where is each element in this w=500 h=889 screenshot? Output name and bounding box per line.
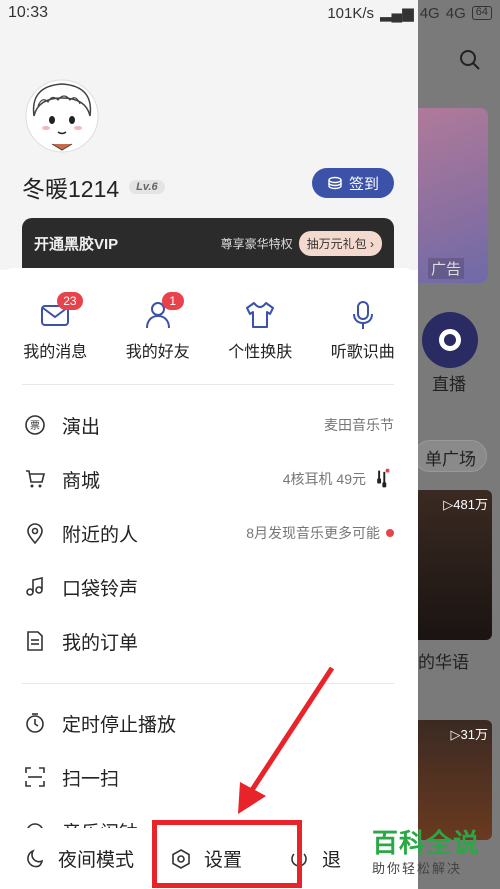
signal-label-2: 4G (445, 4, 466, 22)
menu-label: 商城 (62, 470, 101, 492)
moon-icon (27, 848, 44, 867)
menu-extra: 麦田音乐节 (324, 417, 394, 433)
vip-title: 开通黑胶VIP (34, 235, 119, 253)
ticket-icon: 票 (25, 415, 45, 435)
cart-icon (26, 470, 46, 488)
menu-label: 我的订单 (62, 632, 139, 654)
menu-group-1: 票 演出 麦田音乐节 商城 4核耳机 49元 附近的人 8月发现音乐更多可能 口… (0, 398, 418, 668)
ad-label: 广告 (428, 258, 465, 279)
svg-text:票: 票 (30, 420, 40, 432)
username-row: 冬暖1214 Lv.6 (22, 170, 165, 204)
play-count: ▷481万 (443, 497, 488, 512)
signin-button[interactable]: 签到 (312, 168, 394, 198)
menu-extra: 8月发现音乐更多可能 (246, 523, 394, 543)
menu-item-shows[interactable]: 票 演出 麦田音乐节 (0, 398, 418, 452)
status-time: 10:33 (8, 4, 49, 21)
level-badge: Lv.6 (129, 180, 165, 194)
quick-label: 听歌识曲 (330, 344, 395, 361)
message-badge: 23 (57, 292, 83, 310)
divider (22, 384, 394, 385)
order-icon (27, 631, 43, 651)
quick-messages[interactable]: 23 我的消息 (7, 292, 103, 362)
menu-item-store[interactable]: 商城 4核耳机 49元 (0, 452, 418, 506)
avatar[interactable] (24, 76, 100, 156)
menu-label: 附近的人 (62, 524, 139, 546)
search-icon (460, 50, 480, 70)
watermark-title: 百科全说 (372, 828, 481, 858)
battery-icon: 64 (471, 6, 492, 20)
quick-friends[interactable]: 1 我的好友 (110, 292, 206, 362)
night-mode-label: 夜间模式 (58, 850, 135, 871)
signal-icon: ▂▄▆ (380, 5, 414, 22)
shirt-icon (246, 302, 275, 328)
quick-label: 我的好友 (125, 344, 190, 361)
earphone-icon (377, 468, 390, 488)
menu-label: 演出 (62, 416, 101, 438)
vip-gift-button[interactable]: 抽万元礼包 › (298, 230, 382, 256)
background-app: 广告 直播 单广场 ▷481万 的华语 ▷31万 (418, 0, 500, 889)
menu-item-nearby[interactable]: 附近的人 8月发现音乐更多可能 (0, 506, 418, 560)
signin-label: 签到 (348, 175, 379, 193)
vip-banner[interactable]: 开通黑胶VIP 尊享豪华特权 抽万元礼包 › (22, 218, 394, 268)
quick-skin[interactable]: 个性换肤 (212, 298, 308, 362)
quick-label: 个性换肤 (228, 344, 293, 361)
timer-icon (26, 713, 44, 733)
menu-item-orders[interactable]: 我的订单 (0, 614, 418, 668)
username[interactable]: 冬暖1214 (22, 170, 119, 204)
nearby-promo: 8月发现音乐更多可能 (246, 525, 380, 541)
network-speed: 101K/s (327, 4, 375, 22)
playlist-square-button[interactable]: 单广场 (418, 440, 487, 472)
coin-icon (328, 176, 342, 190)
store-promo: 4核耳机 49元 (282, 471, 366, 487)
menu-item-sleep-timer[interactable]: 定时停止播放 (0, 696, 418, 750)
vip-tip: 尊享豪华特权 (220, 236, 293, 251)
menu-label: 口袋铃声 (62, 578, 139, 600)
live-label: 直播 (432, 375, 466, 394)
banner[interactable] (418, 108, 488, 283)
red-dot (386, 529, 394, 537)
status-bar: 10:33 101K/s ▂▄▆ 4G 4G 64 (0, 0, 500, 26)
live-icon[interactable] (422, 312, 478, 368)
music-note-icon (26, 577, 43, 596)
friends-badge: 1 (161, 292, 184, 310)
menu-item-scan[interactable]: 扫一扫 (0, 750, 418, 804)
quick-label: 我的消息 (23, 344, 88, 361)
watermark: 百科全说 助你轻松解决 (372, 828, 490, 880)
menu-item-ringtone[interactable]: 口袋铃声 (0, 560, 418, 614)
watermark-subtitle: 助你轻松解决 (372, 861, 463, 876)
mic-icon (352, 301, 373, 329)
menu-label: 定时停止播放 (62, 714, 177, 736)
settings-highlight-box (152, 820, 302, 888)
night-mode-button[interactable]: 夜间模式 (24, 845, 134, 872)
quick-actions: 23 我的消息 1 我的好友 个性换肤 听歌识曲 (0, 292, 418, 362)
play-count: ▷31万 (450, 727, 488, 742)
location-icon (27, 523, 43, 544)
menu-label: 扫一扫 (62, 768, 120, 790)
playlist-card[interactable]: ▷31万 (418, 720, 492, 840)
scan-icon (25, 767, 45, 787)
side-drawer: 冬暖1214 Lv.6 签到 开通黑胶VIP 尊享豪华特权 抽万元礼包 › 23… (0, 0, 418, 889)
menu-extra: 4核耳机 49元 (283, 468, 394, 490)
divider (22, 683, 394, 684)
playlist-card[interactable]: ▷481万 (418, 490, 492, 640)
section-label: 的华语 (418, 653, 469, 672)
menu-panel: 23 我的消息 1 我的好友 个性换肤 听歌识曲 票 演出 麦田音乐节 商城 4… (0, 268, 418, 889)
exit-label: 退 (322, 850, 342, 871)
signal-label-1: 4G (419, 4, 440, 22)
quick-recognize[interactable]: 听歌识曲 (315, 298, 411, 362)
